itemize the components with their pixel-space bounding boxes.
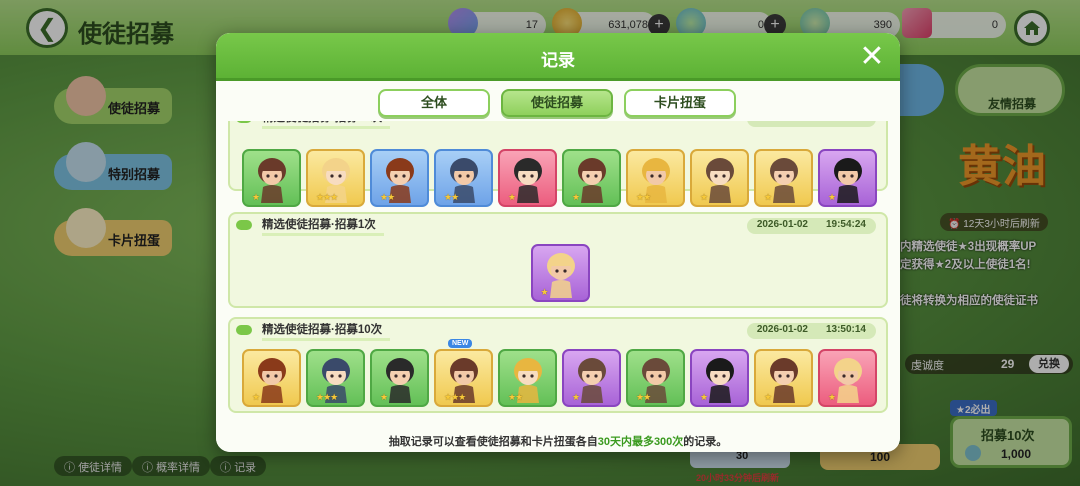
record-date: 2026-01-02 — [756, 324, 808, 335]
star-rating: ★ — [700, 192, 708, 202]
modal-header: 记录 ✕ — [216, 33, 900, 81]
footer-note: 抽取记录可以查看使徒招募和卡片扭蛋各自30天内最多300次的记录。 — [216, 433, 900, 449]
star-rating: ★★ — [444, 192, 459, 202]
apostle-card[interactable]: ★★★ — [306, 349, 365, 407]
apostle-portrait — [706, 358, 734, 403]
filter-tabs: 全体 使徒招募 卡片扭蛋 — [378, 89, 736, 117]
star-rating: ★★ — [380, 192, 395, 202]
star-rating: ★ — [540, 287, 549, 297]
record-title: 精选使徒招募·招募10次 — [262, 121, 391, 129]
record-cards: ★ ★★★ ★★ ★★ ★ ★ ★★ ★ ★ ★ — [242, 149, 877, 207]
records-list[interactable]: 精选使徒招募·招募10次2026-01-0307:25:36★★★★★★★★★★… — [228, 121, 888, 423]
star-rating: ★★★ — [316, 192, 338, 202]
apostle-card[interactable]: ★★ — [498, 349, 557, 407]
apostle-card[interactable]: ★ — [754, 349, 813, 407]
apostle-portrait — [706, 158, 734, 203]
apostle-card[interactable]: ★★ — [626, 349, 685, 407]
close-icon: ✕ — [859, 40, 885, 73]
apostle-card[interactable]: ★ — [562, 349, 621, 407]
record-timestamp: 2026-01-02 19:54:24 — [746, 218, 876, 234]
record-date: 2026-01-02 — [756, 219, 808, 230]
star-rating: ★ — [508, 192, 516, 202]
apostle-card[interactable]: ★★ — [434, 149, 493, 207]
apostle-card[interactable]: ★ — [530, 244, 590, 302]
apostle-card[interactable]: ★★ — [626, 149, 685, 207]
apostle-portrait — [834, 358, 862, 403]
record-title: 精选使徒招募·招募1次 — [262, 215, 384, 236]
apostle-card[interactable]: ★★★ — [306, 149, 365, 207]
star-rating: ★★ — [636, 392, 651, 402]
apostle-card[interactable]: ★★ — [370, 149, 429, 207]
record-time: 07:25:36 — [826, 121, 866, 126]
apostle-portrait — [514, 158, 542, 203]
footer-note-text: 抽取记录可以查看使徒招募和卡片扭蛋各自 — [388, 436, 598, 448]
record-cards: ★ — [530, 244, 590, 302]
tab-apostle-recruit[interactable]: 使徒招募 — [501, 89, 613, 117]
apostle-portrait — [834, 158, 862, 203]
apostle-card[interactable]: ★ — [754, 149, 813, 207]
records-modal: 记录 ✕ 全体 使徒招募 卡片扭蛋 精选使徒招募·招募10次 2026-01-03… — [216, 33, 900, 452]
record-entry: 精选使徒招募·招募10次2026-01-0307:25:36★★★★★★★★★★… — [228, 121, 888, 207]
record-cards: ★ ★★★ ★ NEW ★★★ ★★ ★ ★★ ★ ★ ★ — [242, 339, 877, 407]
apostle-portrait — [770, 358, 798, 403]
apostle-card[interactable]: ★ — [562, 149, 621, 207]
leaf-icon — [236, 325, 252, 335]
star-rating: ★ — [572, 192, 580, 202]
footer-note-highlight: 30天内最多300次 — [597, 436, 684, 448]
star-rating: ★★ — [636, 192, 651, 202]
apostle-card[interactable]: ★ — [690, 149, 749, 207]
star-rating: ★ — [700, 392, 708, 402]
star-rating: ★ — [828, 392, 836, 402]
apostle-card[interactable]: ★ — [818, 149, 877, 207]
apostle-card[interactable]: ★ — [818, 349, 877, 407]
record-header: 精选使徒招募·招募1次 — [236, 215, 384, 236]
record-header: 精选使徒招募·招募10次 — [236, 320, 391, 341]
record-time: 19:54:24 — [825, 219, 866, 230]
apostle-portrait — [578, 358, 606, 403]
record-title: 精选使徒招募·招募10次 — [262, 320, 391, 341]
tab-card-gacha[interactable]: 卡片扭蛋 — [624, 89, 736, 117]
apostle-portrait — [258, 358, 286, 403]
leaf-icon — [236, 121, 252, 123]
record-timestamp: 2026-01-03 07:25:36 — [746, 121, 876, 127]
apostle-portrait — [770, 158, 798, 203]
star-rating: ★ — [828, 192, 836, 202]
star-rating: ★ — [252, 192, 260, 202]
apostle-card[interactable]: ★ — [370, 349, 429, 407]
tab-all[interactable]: 全体 — [378, 89, 490, 117]
footer-note-text: 的记录。 — [683, 436, 728, 448]
star-rating: ★★ — [508, 392, 523, 402]
apostle-portrait — [258, 158, 286, 203]
star-rating: ★ — [572, 392, 580, 402]
record-header: 精选使徒招募·招募10次 — [236, 121, 391, 129]
modal-title: 记录 — [541, 51, 575, 70]
apostle-card[interactable]: NEW ★★★ — [434, 339, 493, 407]
record-time: 13:50:14 — [825, 324, 866, 335]
apostle-card[interactable]: ★ — [690, 349, 749, 407]
star-rating: ★ — [764, 192, 772, 202]
record-timestamp: 2026-01-02 13:50:14 — [746, 323, 876, 339]
star-rating: ★ — [380, 392, 388, 402]
leaf-icon — [236, 220, 252, 230]
apostle-card[interactable]: ★ — [498, 149, 557, 207]
apostle-portrait — [578, 158, 606, 203]
star-rating: ★★★ — [444, 392, 466, 402]
apostle-card[interactable]: ★ — [242, 149, 301, 207]
star-rating: ★ — [764, 392, 772, 402]
apostle-card[interactable]: ★ — [242, 349, 301, 407]
apostle-portrait — [386, 358, 414, 403]
record-date: 2026-01-03 — [757, 121, 808, 126]
new-badge: NEW — [448, 339, 473, 348]
record-entry: 精选使徒招募·招募1次 2026-01-02 19:54:24 ★ — [228, 212, 888, 308]
star-rating: ★★★ — [316, 392, 338, 402]
close-button[interactable]: ✕ — [856, 41, 888, 73]
record-entry: 精选使徒招募·招募10次 2026-01-02 13:50:14 ★ ★★★ ★ NEW ★★… — [228, 317, 888, 413]
modal-body: 全体 使徒招募 卡片扭蛋 精选使徒招募·招募10次 2026-01-03 07:25… — [216, 81, 900, 452]
star-rating: ★ — [252, 392, 260, 402]
